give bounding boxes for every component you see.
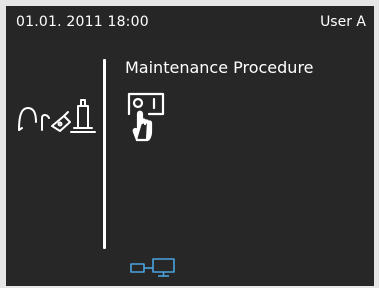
maintenance-touch-icon[interactable] [123,90,169,142]
handpiece-device-icon [18,99,96,133]
status-bar: 01.01. 2011 18:00 User A [6,6,374,38]
current-user[interactable]: User A [320,14,366,30]
vertical-divider [103,59,106,249]
datetime-display: 01.01. 2011 18:00 [16,14,149,30]
network-connection-icon [130,258,175,277]
device-screen: 01.01. 2011 18:00 User A Maintenance Pro… [6,6,374,286]
page-title: Maintenance Procedure [125,58,314,77]
